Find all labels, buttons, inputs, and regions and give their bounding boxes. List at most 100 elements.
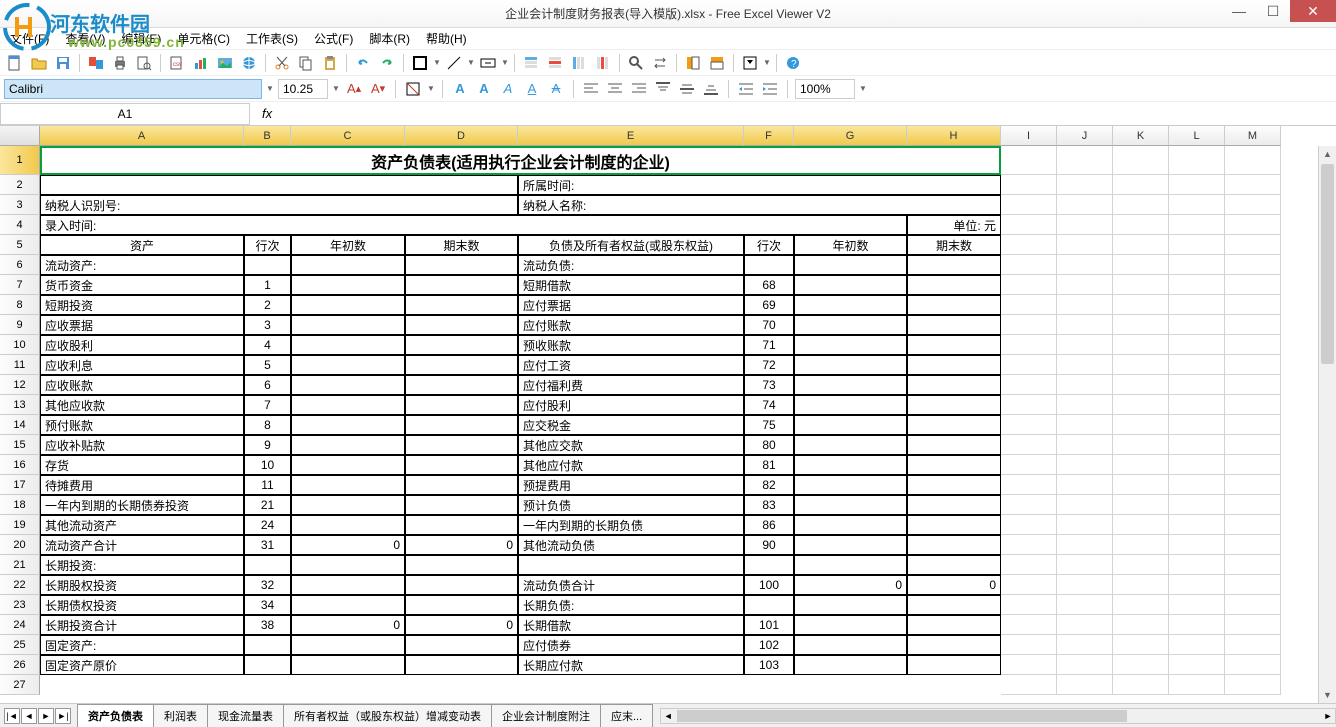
cell-empty[interactable]	[1169, 475, 1225, 495]
liab-line-19[interactable]: 102	[744, 635, 794, 655]
liab-begin-17[interactable]	[794, 595, 907, 615]
liab-end-5[interactable]	[907, 355, 1001, 375]
indent-left-button[interactable]	[736, 79, 756, 99]
cell-empty[interactable]	[1057, 355, 1113, 375]
cell-empty[interactable]	[1113, 195, 1169, 215]
header-line2[interactable]: 行次	[744, 235, 794, 255]
maximize-button[interactable]: ☐	[1256, 0, 1290, 22]
cell-empty[interactable]	[1057, 515, 1113, 535]
merge-dropdown[interactable]: ▼	[501, 58, 509, 67]
asset-line-5[interactable]: 5	[244, 355, 291, 375]
cell-empty[interactable]	[1057, 455, 1113, 475]
asset-end-14[interactable]: 0	[405, 535, 518, 555]
asset-end-8[interactable]	[405, 415, 518, 435]
cell-empty[interactable]	[1169, 595, 1225, 615]
row-header-10[interactable]: 10	[0, 335, 40, 355]
delete-row-button[interactable]	[544, 52, 566, 74]
sheet-tab-2[interactable]: 现金流量表	[207, 704, 284, 727]
cell-empty[interactable]	[1001, 315, 1057, 335]
asset-line-3[interactable]: 3	[244, 315, 291, 335]
size-dropdown[interactable]: ▼	[332, 84, 340, 93]
asset-name-7[interactable]: 其他应收款	[40, 395, 244, 415]
cell-empty[interactable]	[1057, 555, 1113, 575]
copy-button[interactable]	[295, 52, 317, 74]
cell-empty[interactable]	[1169, 415, 1225, 435]
asset-name-17[interactable]: 长期债权投资	[40, 595, 244, 615]
fill-dropdown[interactable]: ▼	[427, 84, 435, 93]
liab-begin-13[interactable]	[794, 515, 907, 535]
asset-end-2[interactable]	[405, 295, 518, 315]
liab-line-1[interactable]: 68	[744, 275, 794, 295]
cell-empty[interactable]	[1169, 275, 1225, 295]
asset-name-13[interactable]: 其他流动资产	[40, 515, 244, 535]
cell-empty[interactable]	[1225, 555, 1281, 575]
liab-end-18[interactable]	[907, 615, 1001, 635]
cell-empty[interactable]	[1169, 655, 1225, 675]
liab-name-0[interactable]: 流动负债:	[518, 255, 744, 275]
asset-name-11[interactable]: 待摊费用	[40, 475, 244, 495]
merge-button[interactable]	[477, 52, 499, 74]
liab-end-1[interactable]	[907, 275, 1001, 295]
liab-name-20[interactable]: 长期应付款	[518, 655, 744, 675]
vscroll-thumb[interactable]	[1321, 164, 1334, 364]
liab-begin-15[interactable]	[794, 555, 907, 575]
asset-begin-19[interactable]	[291, 635, 405, 655]
title-cell[interactable]: 资产负债表(适用执行企业会计制度的企业)	[40, 146, 1001, 175]
cell-empty[interactable]	[1001, 675, 1057, 695]
row-header-3[interactable]: 3	[0, 195, 40, 215]
liab-end-20[interactable]	[907, 655, 1001, 675]
header-asset[interactable]: 资产	[40, 235, 244, 255]
cell-empty[interactable]	[1113, 146, 1169, 175]
liab-begin-14[interactable]	[794, 535, 907, 555]
cell-empty[interactable]	[1057, 295, 1113, 315]
asset-name-14[interactable]: 流动资产合计	[40, 535, 244, 555]
row-header-4[interactable]: 4	[0, 215, 40, 235]
header-line1[interactable]: 行次	[244, 235, 291, 255]
liab-name-8[interactable]: 应交税金	[518, 415, 744, 435]
row-header-26[interactable]: 26	[0, 655, 40, 675]
liab-name-6[interactable]: 应付福利费	[518, 375, 744, 395]
align-top-button[interactable]	[653, 79, 673, 99]
cell-empty[interactable]	[1169, 295, 1225, 315]
liab-line-9[interactable]: 80	[744, 435, 794, 455]
asset-name-19[interactable]: 固定资产:	[40, 635, 244, 655]
liab-begin-8[interactable]	[794, 415, 907, 435]
cell-empty[interactable]	[1169, 175, 1225, 195]
asset-name-16[interactable]: 长期股权投资	[40, 575, 244, 595]
cell-empty[interactable]	[1113, 355, 1169, 375]
cell-empty[interactable]	[1225, 455, 1281, 475]
entry-time-label[interactable]: 录入时间:	[40, 215, 907, 235]
liab-line-13[interactable]: 86	[744, 515, 794, 535]
asset-line-12[interactable]: 21	[244, 495, 291, 515]
line-button[interactable]	[443, 52, 465, 74]
liab-end-17[interactable]	[907, 595, 1001, 615]
cell-empty[interactable]	[1001, 215, 1057, 235]
vertical-scrollbar[interactable]: ▲ ▼	[1318, 146, 1336, 703]
cell-empty[interactable]	[1001, 146, 1057, 175]
header-begin2[interactable]: 年初数	[794, 235, 907, 255]
liab-end-3[interactable]	[907, 315, 1001, 335]
col-header-L[interactable]: L	[1169, 126, 1225, 146]
menu-script[interactable]: 脚本(R)	[363, 28, 416, 49]
cell-empty[interactable]	[1113, 275, 1169, 295]
strike-button[interactable]: A	[546, 79, 566, 99]
liab-end-15[interactable]	[907, 555, 1001, 575]
unfreeze-button[interactable]	[706, 52, 728, 74]
align-right-button[interactable]	[629, 79, 649, 99]
cell-empty[interactable]	[1169, 435, 1225, 455]
row-header-22[interactable]: 22	[0, 575, 40, 595]
cell-empty[interactable]	[1169, 535, 1225, 555]
cell-empty[interactable]	[1001, 495, 1057, 515]
asset-end-20[interactable]	[405, 655, 518, 675]
liab-begin-7[interactable]	[794, 395, 907, 415]
liab-begin-5[interactable]	[794, 355, 907, 375]
liab-name-14[interactable]: 其他流动负债	[518, 535, 744, 555]
cell-empty[interactable]	[1113, 555, 1169, 575]
preview-button[interactable]	[133, 52, 155, 74]
undo-button[interactable]	[352, 52, 374, 74]
cell-empty[interactable]	[1001, 375, 1057, 395]
cell-empty[interactable]	[1113, 415, 1169, 435]
row-header-9[interactable]: 9	[0, 315, 40, 335]
cell-empty[interactable]	[1225, 275, 1281, 295]
sheet-tab-1[interactable]: 利润表	[153, 704, 208, 727]
